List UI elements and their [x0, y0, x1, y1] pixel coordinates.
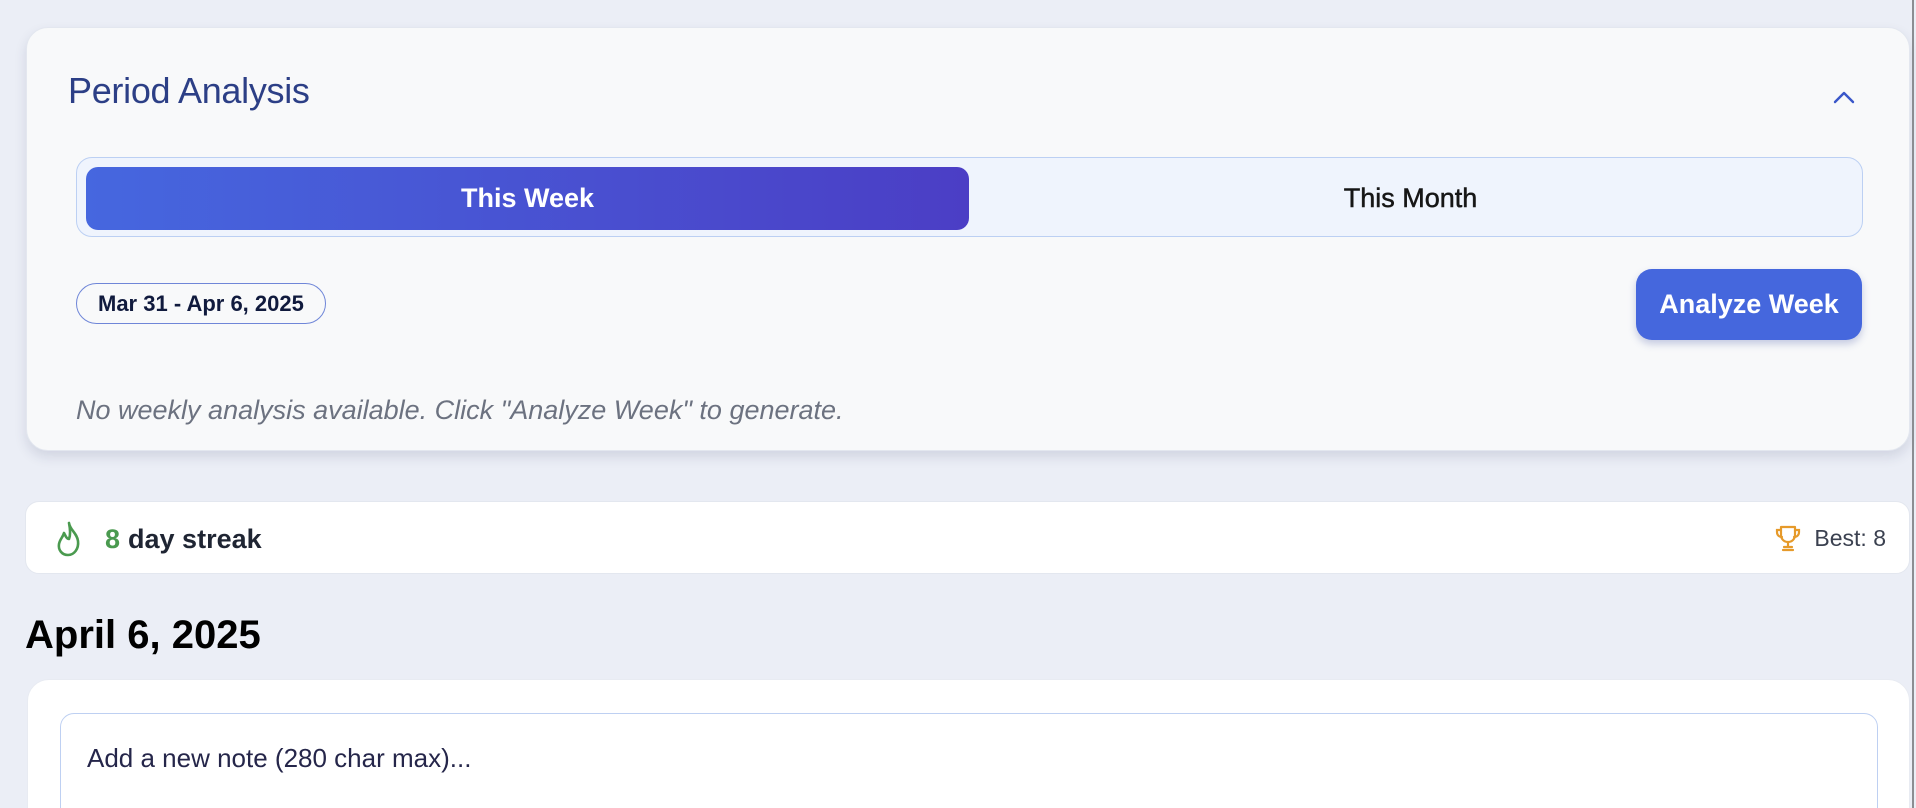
streak-label: day streak [128, 524, 262, 554]
tab-this-week[interactable]: This Week [86, 167, 969, 230]
period-toggle: This Week This Month [76, 157, 1863, 237]
chevron-up-icon [1833, 91, 1855, 104]
period-analysis-title: Period Analysis [68, 70, 310, 111]
collapse-button[interactable] [1829, 82, 1859, 112]
new-note-input[interactable] [60, 713, 1878, 808]
page: Period Analysis This Week This Month Mar… [0, 0, 1916, 808]
scrollbar[interactable] [1912, 0, 1914, 808]
streak-count: 8 [105, 524, 121, 554]
tab-this-month[interactable]: This Month [969, 167, 1852, 230]
streak-text: 8 day streak [105, 524, 262, 555]
date-range-badge: Mar 31 - Apr 6, 2025 [76, 283, 326, 324]
flame-icon [57, 521, 80, 557]
analyze-week-button[interactable]: Analyze Week [1636, 269, 1862, 340]
period-analysis-card: Period Analysis This Week This Month Mar… [26, 27, 1910, 451]
day-heading: April 6, 2025 [25, 613, 261, 657]
trophy-icon [1776, 525, 1801, 552]
note-card [27, 679, 1910, 808]
best-streak-label: Best: 8 [1814, 525, 1886, 551]
empty-analysis-message: No weekly analysis available. Click "Ana… [76, 395, 844, 425]
best-streak: Best: 8 [1774, 524, 1886, 553]
streak-bar: 8 day streak Best: 8 [25, 501, 1910, 574]
